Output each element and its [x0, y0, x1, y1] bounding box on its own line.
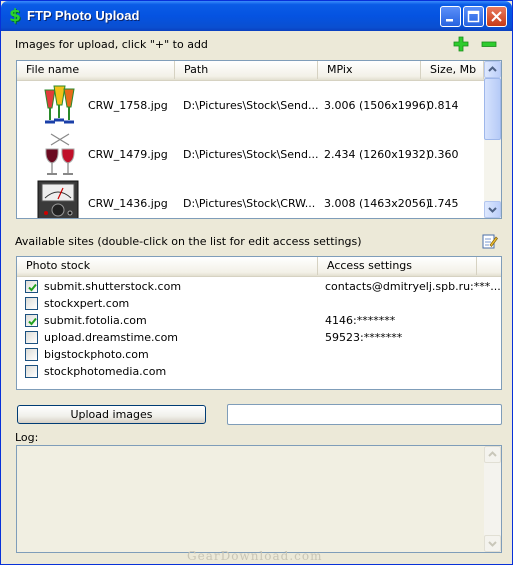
close-icon [491, 11, 502, 22]
image-row[interactable]: CRW_1758.jpg D:\Pictures\Stock\Send... 3… [17, 82, 484, 130]
file-name: CRW_1479.jpg [88, 148, 168, 161]
site-row[interactable]: submit.fotolia.com 4146:******* [17, 312, 499, 329]
dollar-app-icon: $ [9, 6, 21, 26]
site-row[interactable]: submit.shutterstock.com contacts@dmitryel… [17, 278, 501, 295]
sites-list-header: Photo stock Access settings [17, 257, 501, 277]
file-size: 0.814 [427, 99, 459, 112]
edit-settings-icon[interactable] [482, 233, 498, 249]
images-list-header: File name Path MPix Size, Mb [17, 61, 484, 81]
title-bar[interactable]: $ FTP Photo Upload [1, 1, 512, 31]
column-size[interactable]: Size, Mb [421, 61, 484, 79]
site-access-settings: 59523:******* [325, 331, 403, 344]
site-access-settings: contacts@dmitryelj.spb.ru:***... [325, 280, 501, 293]
file-path: D:\Pictures\Stock\Send... [183, 99, 319, 112]
file-mpix: 3.008 (1463x2056) [324, 197, 431, 210]
checkmark-icon [28, 317, 37, 326]
site-row[interactable]: stockxpert.com [17, 295, 499, 312]
site-name: submit.shutterstock.com [44, 280, 182, 293]
site-name: stockphotomedia.com [44, 365, 167, 378]
site-checkbox[interactable] [25, 365, 38, 378]
log-scrollbar[interactable] [484, 446, 501, 552]
log-scroll-up-button[interactable] [484, 446, 501, 463]
site-checkbox[interactable] [25, 331, 38, 344]
chevron-down-icon [488, 207, 497, 213]
scroll-thumb[interactable] [484, 78, 501, 140]
images-scrollbar[interactable] [484, 61, 501, 218]
minus-icon[interactable] [481, 36, 497, 52]
close-button[interactable] [486, 6, 507, 27]
site-name: stockxpert.com [44, 297, 130, 310]
window-title: FTP Photo Upload [27, 8, 140, 23]
maximize-button[interactable] [463, 6, 484, 27]
chevron-up-icon [488, 451, 497, 457]
site-checkbox[interactable] [25, 314, 38, 327]
upload-images-button[interactable]: Upload images [17, 405, 206, 424]
column-photo-stock[interactable]: Photo stock [17, 257, 318, 275]
scroll-up-button[interactable] [484, 61, 501, 78]
site-name: upload.dreamstime.com [44, 331, 179, 344]
image-row[interactable]: CRW_1436.jpg D:\Pictures\Stock\CRW... 3.… [17, 180, 484, 218]
file-size: 0.360 [427, 148, 459, 161]
site-checkbox[interactable] [25, 280, 38, 293]
column-path[interactable]: Path [175, 61, 318, 79]
file-path: D:\Pictures\Stock\Send... [183, 148, 319, 161]
log-scroll-down-button[interactable] [484, 535, 501, 552]
checkmark-icon [28, 283, 37, 292]
images-section-label: Images for upload, click "+" to add [15, 38, 208, 51]
plus-icon[interactable] [453, 36, 469, 52]
site-row[interactable]: stockphotomedia.com [17, 363, 499, 380]
minimize-icon [446, 19, 453, 22]
site-checkbox[interactable] [25, 297, 38, 310]
file-mpix: 3.006 (1506x1996) [324, 99, 431, 112]
column-access-settings[interactable]: Access settings [318, 257, 477, 275]
column-mpix[interactable]: MPix [318, 61, 421, 79]
minimize-button[interactable] [440, 6, 461, 27]
column-file-name[interactable]: File name [17, 61, 175, 79]
log-label: Log: [15, 431, 39, 444]
log-area[interactable] [16, 445, 502, 553]
site-name: bigstockphoto.com [44, 348, 149, 361]
champagne-glasses-thumbnail [44, 85, 75, 124]
wine-glasses-thumbnail [45, 133, 75, 175]
file-name: CRW_1758.jpg [88, 99, 168, 112]
chevron-down-icon [488, 541, 497, 547]
site-access-settings: 4146:******* [325, 314, 396, 327]
scroll-down-button[interactable] [484, 201, 501, 218]
sites-section-label: Available sites (double-click on the lis… [15, 235, 362, 248]
maximize-icon [467, 10, 480, 23]
site-name: submit.fotolia.com [44, 314, 147, 327]
main-window: $ FTP Photo Upload Images for upload, cl… [0, 0, 513, 565]
watermark: GearDownload.com [187, 549, 323, 563]
file-mpix: 2.434 (1260x1932) [324, 148, 431, 161]
upload-status-field[interactable] [227, 404, 502, 425]
file-path: D:\Pictures\Stock\CRW... [183, 197, 316, 210]
image-row[interactable]: CRW_1479.jpg D:\Pictures\Stock\Send... 2… [17, 131, 484, 179]
file-name: CRW_1436.jpg [88, 197, 168, 210]
sites-list[interactable]: Photo stock Access settings submit.shutt… [16, 256, 502, 390]
images-list[interactable]: File name Path MPix Size, Mb CRW_1758.jp… [16, 60, 502, 219]
site-row[interactable]: bigstockphoto.com [17, 346, 499, 363]
site-row[interactable]: upload.dreamstime.com 59523:******* [17, 329, 499, 346]
file-size: 1.745 [427, 197, 459, 210]
multimeter-thumbnail [37, 180, 79, 218]
chevron-up-icon [488, 66, 497, 72]
site-checkbox[interactable] [25, 348, 38, 361]
